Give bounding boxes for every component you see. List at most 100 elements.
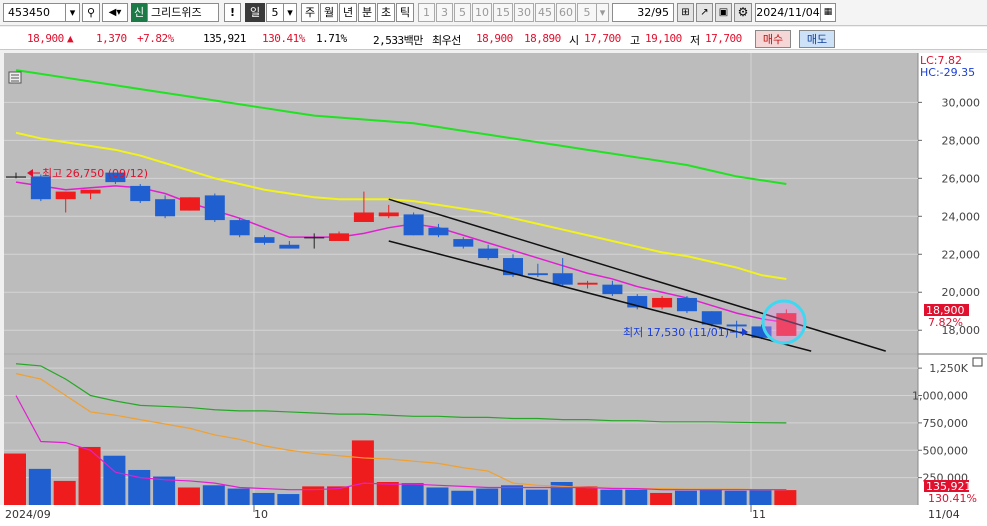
high-price: 19,100	[645, 32, 682, 45]
minute-option-60[interactable]: 60	[556, 3, 576, 22]
open-label: 시	[569, 34, 579, 47]
date-axis-background	[0, 505, 987, 526]
gear-icon: ⚙	[737, 5, 749, 19]
candle-body	[652, 297, 673, 308]
volume-bar	[501, 485, 523, 505]
sell-button[interactable]: 매도	[799, 30, 835, 48]
candle-body	[726, 324, 747, 327]
volume-bar	[252, 492, 275, 505]
minute-option-1[interactable]: 1	[418, 3, 435, 22]
period-day-button[interactable]: 일	[245, 3, 265, 22]
save-button[interactable]: ▣	[715, 3, 732, 22]
minute-dropdown-button[interactable]: ▾	[597, 3, 609, 22]
max-annotation-label: 최고 26,750 (09/12)	[42, 167, 148, 180]
volume-bar	[724, 490, 747, 505]
candle-body	[130, 185, 151, 202]
high-label: 고	[630, 34, 640, 47]
settings-button[interactable]: ⚙	[734, 3, 752, 22]
calendar-icon: ▦	[823, 7, 833, 17]
trade-amount: 2,533백만	[373, 34, 423, 47]
line-draw-icon: ↗	[700, 7, 709, 18]
volume-bar	[376, 482, 399, 505]
min-annotation-label: 최저 17,530 (11/01)	[623, 326, 729, 339]
code-dropdown-button[interactable]: ▾	[66, 3, 80, 22]
minute-option-3[interactable]: 3	[436, 3, 453, 22]
period-second-button[interactable]: 초	[377, 3, 395, 22]
period-minute-button[interactable]: 분	[358, 3, 376, 22]
candle-body	[304, 237, 325, 239]
price-tick-label: 20,000	[942, 286, 981, 299]
minute-option-45[interactable]: 45	[535, 3, 555, 22]
candle-body	[378, 212, 399, 217]
minute-option-5[interactable]: 5	[454, 3, 471, 22]
volume-bar	[575, 486, 598, 505]
date-label-nov: 11	[752, 508, 766, 521]
date-picker-button[interactable]: ▦	[821, 3, 836, 22]
volume-bar	[103, 455, 126, 505]
candle-body	[428, 227, 449, 236]
period-value-input[interactable]: 5	[266, 3, 284, 22]
grid-icon: ⊞	[681, 7, 690, 18]
volume-bar	[699, 489, 722, 505]
minute-option-15[interactable]: 15	[493, 3, 513, 22]
volume-bar	[153, 476, 176, 505]
price-tick-label: 24,000	[942, 210, 981, 223]
sound-button[interactable]: ◀▾	[102, 3, 128, 22]
volume-pct-badge: 130.41%	[928, 492, 977, 505]
minute-value-input[interactable]: 5	[577, 3, 597, 22]
candle-body	[155, 199, 176, 217]
chart-settings-icon[interactable]	[8, 71, 22, 84]
volume-bar	[476, 488, 499, 505]
date-label-oct: 10	[254, 508, 268, 521]
volume-bar	[749, 490, 772, 505]
volume-bar	[401, 483, 424, 505]
turnover-rate: 1.71%	[316, 32, 347, 45]
stock-code-input[interactable]: 453450	[3, 3, 66, 22]
volume-panel-close-icon[interactable]	[972, 357, 983, 367]
volume-value: 135,921	[203, 32, 246, 45]
best-ask-price: 18,900	[476, 32, 513, 45]
volume-tick-label: 1,250K	[929, 362, 968, 375]
quote-bar: 18,900 ▲ 1,370 +7.82% 135,921 130.41% 1.…	[0, 27, 987, 50]
draw-tool-button[interactable]: ↗	[696, 3, 713, 22]
period-year-button[interactable]: 년	[339, 3, 357, 22]
minute-option-10[interactable]: 10	[472, 3, 492, 22]
stock-name-field[interactable]: 그리드위즈	[147, 3, 219, 22]
save-icon: ▣	[718, 7, 729, 18]
change-amount: 1,370	[96, 32, 127, 45]
minute-option-30[interactable]: 30	[514, 3, 534, 22]
volume-bar	[451, 490, 474, 505]
buy-button[interactable]: 매수	[755, 30, 791, 48]
date-input[interactable]: 2024/11/04	[755, 3, 821, 22]
current-candle-highlight[interactable]	[761, 299, 807, 345]
candle-body	[179, 197, 200, 211]
candle-body	[527, 273, 548, 276]
price-tick-label: 30,000	[942, 96, 981, 109]
candle-body	[80, 189, 101, 194]
alert-button[interactable]: !	[224, 3, 241, 22]
candle-body	[602, 284, 623, 295]
grid-tool-button[interactable]: ⊞	[677, 3, 694, 22]
toolbar: 453450 ▾ ⚲ ◀▾ 신 그리드위즈 ! 일 5 ▾ 주 월 년 분 초 …	[0, 0, 987, 26]
shin-badge[interactable]: 신	[131, 3, 147, 22]
low-label: 저	[690, 34, 700, 47]
hc-label: HC:-29.35	[920, 66, 975, 79]
stock-chart[interactable]: 30,00028,00026,00024,00022,00020,00018,0…	[0, 51, 987, 526]
volume-bar	[277, 494, 300, 505]
chevron-down-icon: ▾	[287, 6, 293, 19]
volume-bar	[177, 487, 200, 505]
search-button[interactable]: ⚲	[82, 3, 100, 22]
date-label-current: 11/04	[928, 508, 960, 521]
period-tick-button[interactable]: 틱	[396, 3, 414, 22]
search-icon: ⚲	[86, 6, 96, 19]
period-week-button[interactable]: 주	[301, 3, 319, 22]
period-month-button[interactable]: 월	[320, 3, 338, 22]
volume-bar	[28, 468, 51, 505]
candle-body	[6, 176, 26, 178]
price-tick-label: 28,000	[942, 134, 981, 147]
volume-bar	[351, 440, 374, 505]
candle-body	[552, 273, 573, 285]
period-dropdown-button[interactable]: ▾	[284, 3, 297, 22]
volume-ratio: 130.41%	[262, 32, 305, 45]
candle-body	[204, 195, 225, 221]
